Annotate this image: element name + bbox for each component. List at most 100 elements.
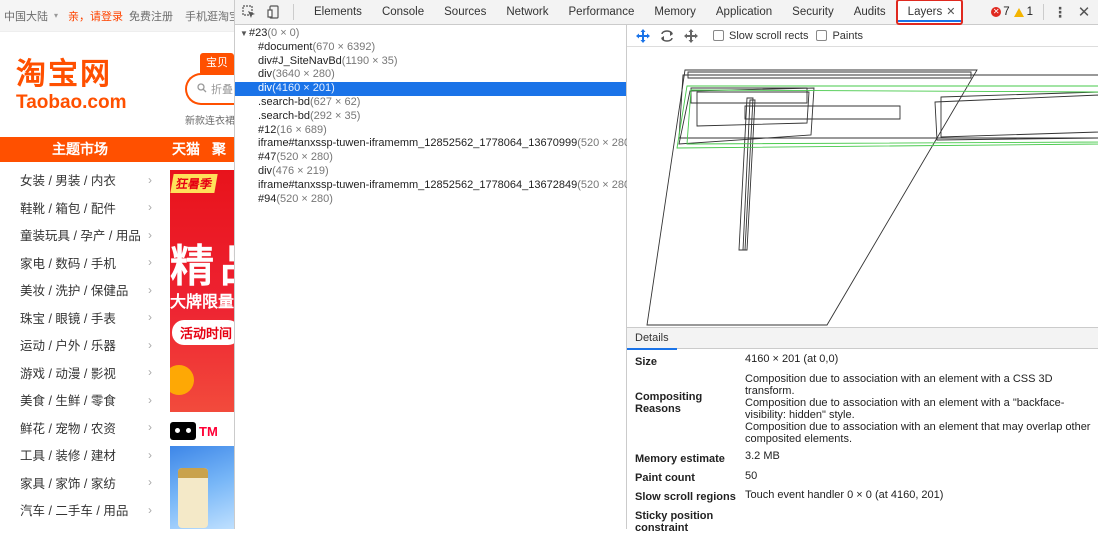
layer-name: div	[258, 68, 273, 81]
chevron-down-icon: ▾	[54, 11, 59, 20]
nav-tab-tmall[interactable]: 天猫	[172, 137, 200, 162]
paints-checkbox[interactable]: Paints	[816, 30, 863, 42]
layers-3d-viewport[interactable]	[627, 48, 1098, 348]
taobao-logo[interactable]: 淘宝网 Taobao.com	[16, 58, 127, 114]
checkbox-box[interactable]	[816, 30, 828, 41]
layer-tree-row[interactable]: #document(670 × 6392)	[235, 41, 626, 55]
tab-performance[interactable]: Performance	[559, 0, 645, 24]
tab-memory[interactable]: Memory	[644, 0, 706, 24]
layers-tree: ▼#23(0 × 0) #document(670 × 6392) div#J_…	[235, 25, 634, 529]
tmall-cat-icon	[170, 422, 196, 440]
layers-3d-canvas	[646, 69, 1098, 326]
category-item[interactable]: 女装 / 男装 / 内衣 ›	[0, 166, 160, 194]
category-label: 美食 / 生鲜 / 零食	[20, 394, 116, 409]
category-item[interactable]: 美妆 / 洗护 / 保健品 ›	[0, 276, 160, 304]
inspect-element-icon[interactable]	[238, 1, 260, 23]
chevron-right-icon: ›	[148, 337, 152, 352]
region-selector[interactable]: 中国大陆	[4, 8, 48, 24]
tab-sources[interactable]: Sources	[434, 0, 496, 24]
tmall-strip[interactable]: TM	[170, 420, 234, 442]
layer-plane	[646, 69, 978, 326]
detail-key: Sticky position constraint	[635, 510, 714, 534]
nav-theme-market[interactable]: 主题市场	[0, 137, 160, 162]
error-counter[interactable]: ✕ 7	[991, 6, 1010, 18]
category-item[interactable]: 家电 / 数码 / 手机 ›	[0, 249, 160, 277]
category-item[interactable]: 珠宝 / 眼镜 / 手表 ›	[0, 304, 160, 332]
detail-key: Paint count	[635, 472, 695, 484]
more-options-icon[interactable]: ⋮	[1052, 5, 1068, 19]
layer-tree-row[interactable]: #94(520 × 280)	[235, 193, 626, 207]
category-label: 工具 / 装修 / 建材	[20, 449, 116, 464]
close-tab-icon[interactable]: ✕	[946, 6, 955, 18]
layer-name: div	[258, 164, 273, 177]
layer-tree-row[interactable]: div(3640 × 280)	[235, 68, 626, 82]
layer-name: div	[258, 82, 273, 95]
layer-tree-row[interactable]: iframe#tanxssp-tuwen-iframemm_12852562_1…	[235, 137, 634, 151]
pan-mode-icon[interactable]	[633, 26, 653, 46]
checkbox-box[interactable]	[713, 30, 724, 41]
layer-tree-row[interactable]: div(476 × 219)	[235, 165, 626, 179]
search-input[interactable]: 折叠	[185, 73, 234, 105]
tab-network[interactable]: Network	[496, 0, 558, 24]
banner-button[interactable]: 活动时间	[172, 320, 234, 345]
category-label: 鞋靴 / 箱包 / 配件	[20, 201, 116, 216]
warning-counter[interactable]: 1	[1013, 6, 1033, 18]
category-item[interactable]: 游戏 / 动漫 / 影视 ›	[0, 359, 160, 387]
layer-tree-row[interactable]: .search-bd(627 × 62)	[235, 96, 626, 110]
register-link[interactable]: 免费注册	[129, 8, 173, 24]
nav-tab-ju[interactable]: 聚	[212, 137, 226, 162]
compositing-reason: Composition due to association with an e…	[745, 421, 1091, 445]
layer-tree-row[interactable]: ▼#23(0 × 0)	[235, 27, 626, 41]
mobile-link[interactable]: 手机逛淘宝	[185, 8, 234, 24]
tab-console[interactable]: Console	[372, 0, 434, 24]
detail-key: Compositing Reasons	[635, 391, 703, 415]
category-item[interactable]: 家具 / 家饰 / 家纺 ›	[0, 469, 160, 497]
details-tab-bar: Details	[627, 327, 1098, 350]
rotate-mode-icon[interactable]	[657, 26, 677, 46]
layer-plane	[696, 91, 810, 127]
tab-application[interactable]: Application	[706, 0, 782, 24]
search-tab-items[interactable]: 宝贝	[200, 53, 234, 73]
tab-layers-label: Layers	[907, 6, 943, 18]
category-item[interactable]: 鲜花 / 宠物 / 农资 ›	[0, 414, 160, 442]
promo-banner[interactable]: 狂暑季 精品 大牌限量 活动时间	[170, 170, 234, 412]
detail-row-sticky: Sticky position constraint	[627, 508, 1098, 534]
layer-tree-row[interactable]: iframe#tanxssp-tuwen-iframemm_12852562_1…	[235, 179, 634, 193]
category-item[interactable]: 美食 / 生鲜 / 零食 ›	[0, 386, 160, 414]
category-item[interactable]: 鞋靴 / 箱包 / 配件 ›	[0, 194, 160, 222]
layer-tree-row[interactable]: div#J_SiteNavBd(1190 × 35)	[235, 55, 626, 69]
category-label: 女装 / 男装 / 内衣	[20, 174, 116, 189]
login-link[interactable]: 亲，请登录	[68, 8, 123, 24]
layer-size: (670 × 6392)	[312, 40, 376, 53]
tab-layers[interactable]: Layers ✕	[895, 0, 964, 25]
tab-audits[interactable]: Audits	[844, 0, 896, 24]
layer-tree-row[interactable]: #12(16 × 689)	[235, 124, 626, 138]
hot-search-link[interactable]: 新款连衣裙	[185, 112, 234, 127]
tab-security[interactable]: Security	[782, 0, 844, 24]
detail-value: Touch event handler 0 × 0 (at 4160, 201)	[745, 489, 944, 501]
detail-key: Size	[635, 356, 658, 368]
device-toolbar-icon[interactable]	[263, 1, 285, 23]
category-item[interactable]: 工具 / 装修 / 建材 ›	[0, 441, 160, 469]
chevron-right-icon: ›	[148, 282, 152, 297]
expand-triangle-icon[interactable]: ▼	[240, 27, 249, 41]
layer-size: (0 × 0)	[267, 27, 300, 39]
layer-name: #47	[258, 151, 277, 164]
slow-scroll-rects-checkbox[interactable]: Slow scroll rects	[713, 30, 808, 42]
category-item[interactable]: 童装玩具 / 孕产 / 用品 ›	[0, 221, 160, 249]
layer-size: (292 × 35)	[309, 109, 361, 122]
tab-details[interactable]: Details	[627, 328, 677, 350]
layer-tree-row-selected[interactable]: div(4160 × 201)	[235, 82, 626, 96]
product-image[interactable]	[170, 446, 234, 529]
layer-tree-row[interactable]: .search-bd(292 × 35)	[235, 110, 626, 124]
reset-transform-icon[interactable]	[681, 26, 701, 46]
close-devtools-icon[interactable]: ✕	[1076, 3, 1092, 21]
category-label: 童装玩具 / 孕产 / 用品	[20, 229, 141, 244]
tab-elements[interactable]: Elements	[304, 0, 372, 24]
banner-subline: 大牌限量	[170, 294, 234, 311]
layer-name: .search-bd	[258, 95, 310, 108]
category-label: 游戏 / 动漫 / 影视	[20, 366, 116, 381]
layer-tree-row[interactable]: #47(520 × 280)	[235, 151, 626, 165]
category-item[interactable]: 运动 / 户外 / 乐器 ›	[0, 331, 160, 359]
category-item[interactable]: 汽车 / 二手车 / 用品 ›	[0, 496, 160, 524]
